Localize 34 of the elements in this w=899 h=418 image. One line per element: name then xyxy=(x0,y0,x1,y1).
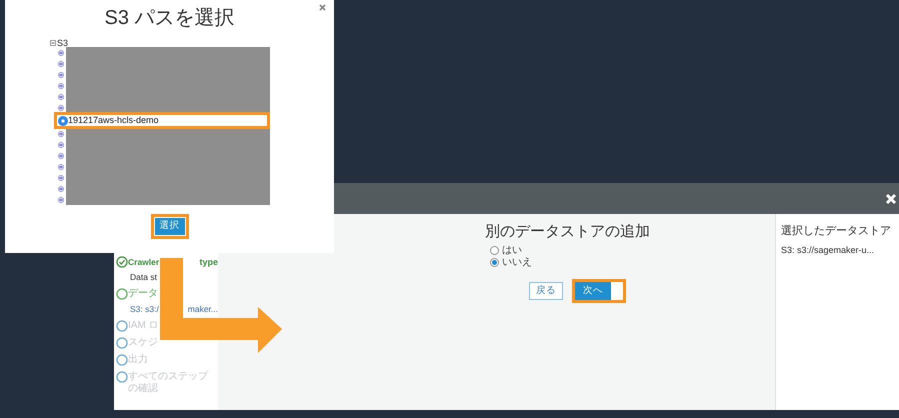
step-label[interactable]: type xyxy=(199,256,218,268)
expand-icon[interactable] xyxy=(58,142,64,148)
dialog-title: S3 パスを選択 xyxy=(104,6,235,30)
tree-item-label: 191217aws-hcls-demo xyxy=(68,114,159,127)
step-label[interactable]: Crawler xyxy=(128,256,160,268)
back-button[interactable]: 戻る xyxy=(529,282,563,300)
expand-icon[interactable] xyxy=(58,164,64,170)
radio-option[interactable]: いいえ xyxy=(490,257,775,268)
expand-icon[interactable] xyxy=(58,50,64,56)
step-detail: Data st xyxy=(130,271,157,283)
tree-root[interactable]: S3 xyxy=(57,38,68,48)
data-store-path: S3: s3://sagemaker-u... xyxy=(781,244,876,257)
select-button[interactable]: 選択 xyxy=(154,218,184,235)
expand-icon[interactable] xyxy=(58,94,64,100)
expand-icon[interactable] xyxy=(58,60,64,66)
expand-icon[interactable] xyxy=(58,186,64,192)
expand-icon[interactable] xyxy=(58,174,64,180)
close-icon[interactable] xyxy=(319,4,326,11)
panel-title: 選択したデータストア xyxy=(781,224,892,239)
next-button[interactable]: 次へ xyxy=(575,282,611,300)
expand-icon[interactable] xyxy=(58,72,64,78)
radio-icon xyxy=(58,116,68,126)
expand-icon[interactable] xyxy=(58,104,64,110)
collapse-icon[interactable] xyxy=(50,40,56,46)
expand-icon[interactable] xyxy=(58,196,64,202)
expand-icon[interactable] xyxy=(58,82,64,88)
radio-option[interactable]: はい xyxy=(490,245,775,256)
tree-item[interactable]: 191217aws-hcls-demo xyxy=(54,112,270,129)
step-detail: S3: s3:/ xyxy=(130,303,159,315)
expand-icon[interactable] xyxy=(58,130,64,136)
expand-icon[interactable] xyxy=(58,152,64,158)
step-label[interactable]: データ xyxy=(128,288,158,300)
section-heading: 別のデータストアの追加 xyxy=(485,222,651,242)
step-detail: maker... xyxy=(188,303,218,315)
